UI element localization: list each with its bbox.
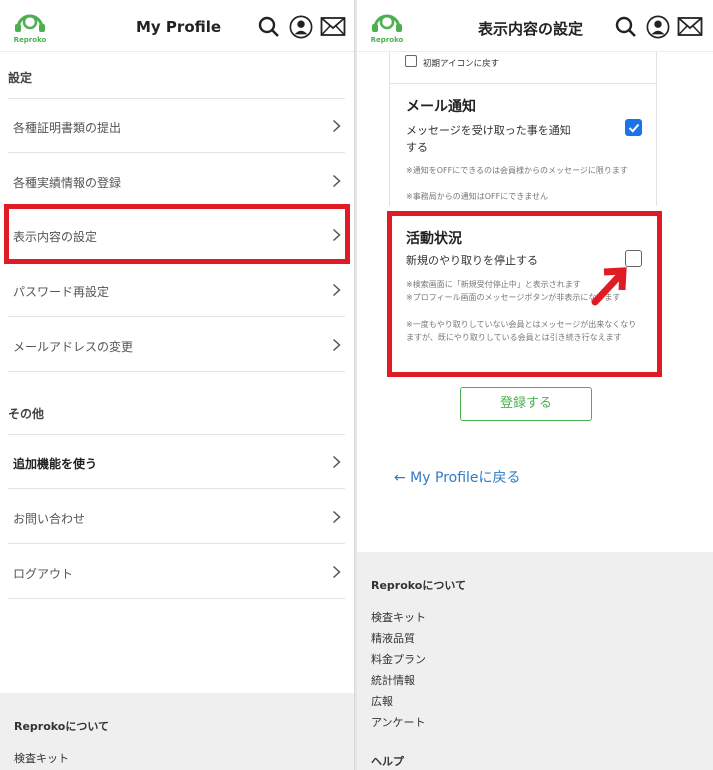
menu-item-label: 各種実績情報の登録 [13,176,122,190]
header: Reproko 表示内容の設定 [357,0,713,52]
reproko-logo[interactable]: Reproko [12,8,48,46]
page-title: My Profile [136,18,222,36]
chevron-right-icon [332,174,341,188]
logo-text: Reproko [370,36,404,44]
search-icon[interactable] [615,15,637,39]
menu-item-label: 各種証明書類の提出 [13,121,122,135]
search-icon[interactable] [258,15,280,39]
footer-link[interactable]: 料金プラン [371,651,426,667]
register-button[interactable]: 登録する [460,387,592,421]
mail-notice-desc: メッセージを受け取った事を通知する [406,124,571,154]
menu-item-email-change[interactable]: メールアドレスの変更 [8,318,345,372]
check-icon [628,123,639,133]
footer-link[interactable]: 精液品質 [371,630,415,646]
user-icon[interactable] [288,15,314,39]
highlight-box [4,204,350,264]
menu-item-certificates[interactable]: 各種証明書類の提出 [8,99,345,153]
footer-link[interactable]: 検査キット [14,750,69,766]
mail-notice-note: ※事務局からの通知はOFFにできません [406,192,548,201]
chevron-right-icon [332,338,341,352]
footer-link[interactable]: アンケート [371,714,426,730]
chevron-right-icon [332,119,341,133]
footer-link[interactable]: 広報 [371,693,393,709]
logo-icon [15,14,45,32]
footer: Reprokoについて 検査キット 精液品質 料金プラン 統計情報 広報 アンケ… [357,552,713,770]
mail-notice-note: ※通知をOFFにできるのは会員様からのメッセージに限ります [406,166,628,175]
menu-item-label: ログアウト [13,567,74,581]
footer-heading: Reprokoについて [14,720,110,733]
footer-link[interactable]: 検査キット [371,609,426,625]
header: Reproko My Profile [0,0,354,52]
menu-item-label: 追加機能を使う [13,457,98,471]
mail-notice-title: メール通知 [406,99,476,115]
chevron-right-icon [332,455,341,469]
menu-item-label: メールアドレスの変更 [13,340,134,354]
reproko-logo[interactable]: Reproko [369,8,405,46]
page-title: 表示内容の設定 [478,20,584,38]
menu-item-label: パスワード再設定 [13,285,110,299]
section-heading-other: その他 [8,407,45,421]
footer-heading-help: ヘルプ [371,755,404,768]
footer: Reprokoについて 検査キット [0,693,354,770]
chevron-right-icon [332,283,341,297]
display-settings-panel: 初期アイコンに戻す メール通知 メッセージを受け取った事を通知する ※通知をOF… [357,0,713,770]
mail-icon[interactable] [677,15,703,39]
menu-item-achievements[interactable]: 各種実績情報の登録 [8,154,345,208]
logo-icon [372,14,402,32]
chevron-right-icon [332,510,341,524]
footer-link[interactable]: 統計情報 [371,672,415,688]
user-icon[interactable] [645,15,671,39]
chevron-right-icon [332,565,341,579]
reset-icon-checkbox[interactable] [405,55,417,67]
back-to-profile-link[interactable]: ← My Profileに戻る [394,467,521,487]
mail-icon[interactable] [320,15,346,39]
footer-heading: Reprokoについて [371,579,467,592]
section-heading-settings: 設定 [8,71,33,85]
menu-item-contact[interactable]: お問い合わせ [8,490,345,544]
profile-panel: Reproko My Profile 設定 各種証明書類の提出 各種実績情報の登… [0,0,355,770]
highlight-box [387,211,662,377]
reset-icon-label: 初期アイコンに戻す [423,59,500,69]
menu-item-label: お問い合わせ [13,512,86,526]
logo-text: Reproko [13,36,47,44]
menu-item-logout[interactable]: ログアウト [8,545,345,599]
divider [389,83,657,84]
menu-item-password-reset[interactable]: パスワード再設定 [8,263,345,317]
menu-item-extra-features[interactable]: 追加機能を使う [8,435,345,489]
mail-notice-checkbox[interactable] [625,119,642,136]
